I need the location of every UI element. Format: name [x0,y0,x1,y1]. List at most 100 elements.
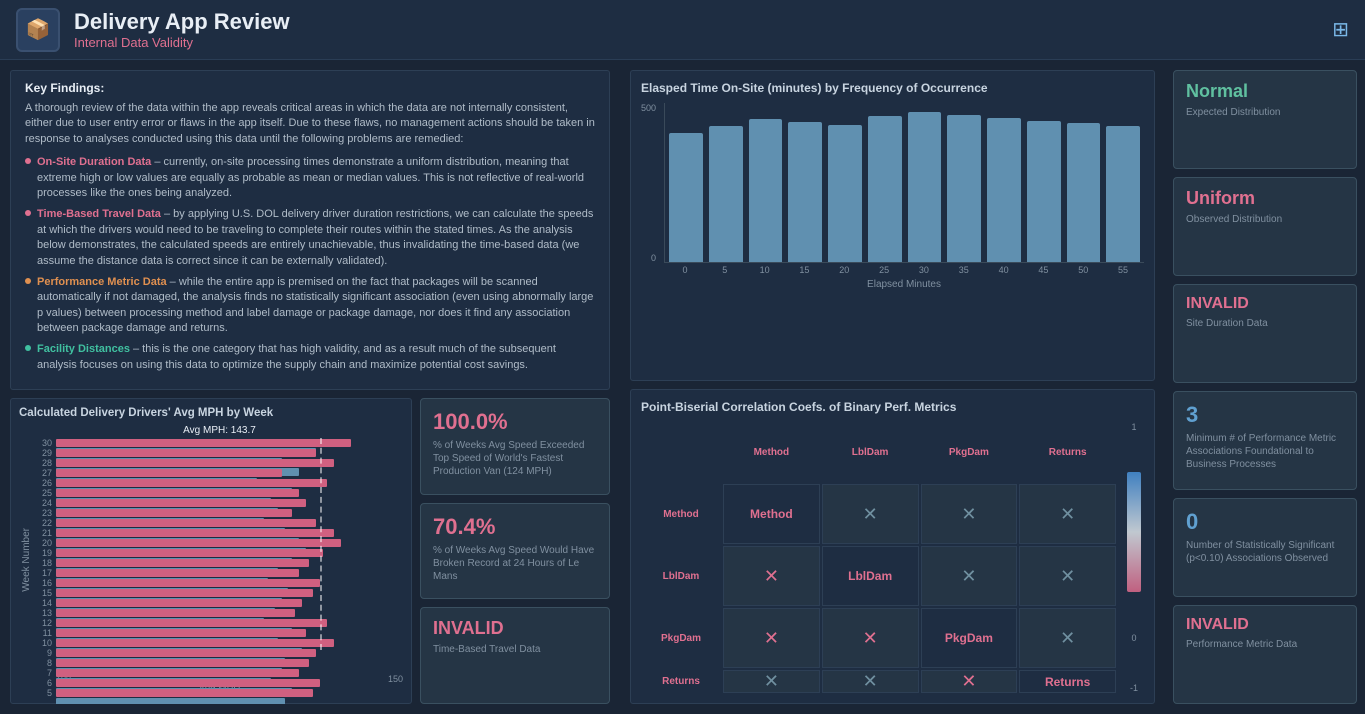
min-assoc-desc: Minimum # of Performance Metric Associat… [1186,432,1344,471]
elapsed-panel: Elasped Time On-Site (minutes) by Freque… [630,70,1155,381]
elapsed-bar-45 [1027,121,1061,262]
header-menu-icon[interactable]: ⊞ [1332,17,1349,42]
finding-onsite: On-Site Duration Data – currently, on-si… [25,155,595,201]
mph-chart-y-label: Week Number [19,425,32,695]
elapsed-bar-group-25 [868,116,902,262]
speed-stat-value: 100.0% [433,409,597,435]
bar-label-9: 9 [36,648,52,658]
bar-pink-9 [56,649,316,657]
corr-cell-0-0: Method [723,484,820,544]
corr-row-header-LblDam: LblDam [641,546,721,606]
bar-pink-26 [56,479,327,487]
correlation-colorbar: 1 0 -1 [1124,422,1144,693]
bar-label-29: 29 [36,448,52,458]
bar-pink-14 [56,599,302,607]
bar-row-10: 10 [36,638,403,648]
bar-pink-22 [56,519,316,527]
bar-track-22 [56,519,403,527]
bar-pink-6 [56,679,320,687]
bar-track-26 [56,479,403,487]
finding-onsite-label: On-Site Duration Data [37,156,151,168]
speed-stat-desc: % of Weeks Avg Speed Exceeded Top Speed … [433,439,597,478]
elapsed-y-axis: 500 0 [641,103,660,263]
corr-cell-2-0: ✕ [723,608,820,668]
elapsed-x-label-50: 50 [1066,265,1100,275]
avg-mph-label: Avg MPH: 143.7 [36,425,403,436]
bar-label-7: 7 [36,668,52,678]
header: 📦 Delivery App Review Internal Data Vali… [0,0,1365,60]
mph-chart-content: Avg MPH: 143.7 3029282726252423222120191… [36,425,403,695]
corr-cell-1-2: ✕ [921,546,1018,606]
bar-row-27: 27 [36,468,403,478]
bar-label-24: 24 [36,498,52,508]
bar-label-11: 11 [36,628,52,638]
bar-label-15: 15 [36,588,52,598]
elapsed-bar-group-30 [908,112,942,262]
invalid-site-desc: Site Duration Data [1186,317,1344,330]
header-titles: Delivery App Review Internal Data Validi… [74,9,290,50]
bar-row-11: 11 [36,628,403,638]
bar-row-9: 9 [36,648,403,658]
bar-row-12: 12 [36,618,403,628]
bar-row-15: 15 [36,588,403,598]
cross-3-1: ✕ [863,671,878,692]
key-findings-title: Key Findings: [25,81,595,95]
elapsed-x-label-30: 30 [907,265,941,275]
bar-track-21 [56,529,403,537]
elapsed-bar-35 [947,115,981,262]
bar-label-19: 19 [36,548,52,558]
bar-row-14: 14 [36,598,403,608]
finding-travel-label: Time-Based Travel Data [37,208,161,220]
bar-track-16 [56,579,403,587]
cross-0-3: ✕ [1060,504,1075,525]
bullet-onsite [25,158,31,164]
bar-label-5: 5 [36,688,52,698]
colorbar-top-label: 1 [1131,422,1136,432]
bar-pink-15 [56,589,313,597]
elapsed-bar-group-15 [788,122,822,262]
corr-cell-1-3: ✕ [1019,546,1116,606]
bullet-travel [25,210,31,216]
bar-label-21: 21 [36,528,52,538]
corr-cell-2-3: ✕ [1019,608,1116,668]
min-assoc-card: 3 Minimum # of Performance Metric Associ… [1173,391,1357,490]
invalid-perf-desc: Performance Metric Data [1186,638,1344,651]
bar-track-29 [56,449,403,457]
elapsed-bars-wrapper: 0510152025303540455055 Elapsed Minutes [664,103,1144,290]
bar-row-20: 20 [36,538,403,548]
key-findings-intro: A thorough review of the data within the… [25,101,595,147]
cross-3-0: ✕ [764,671,779,692]
y-tick-500: 500 [641,103,656,113]
finding-onsite-text: On-Site Duration Data – currently, on-si… [37,155,595,201]
bar-label-12: 12 [36,618,52,628]
corr-col-header-Method: Method [723,422,820,482]
bar-pink-20 [56,539,341,547]
colorbar-gradient [1127,472,1141,592]
elapsed-bar-55 [1106,126,1140,262]
normal-title: Normal [1186,81,1344,102]
corr-cell-1-0: ✕ [723,546,820,606]
elapsed-bar-group-5 [709,126,743,262]
stats-column: 100.0% % of Weeks Avg Speed Exceeded Top… [420,398,610,704]
bar-row-7: 7 [36,668,403,678]
bar-pink-8 [56,659,309,667]
travel-invalid-label: INVALID [433,618,597,639]
bar-row-26: 26 [36,478,403,488]
invalid-perf-title: INVALID [1186,616,1344,634]
lemans-stat-value: 70.4% [433,514,597,540]
bar-track-24 [56,499,403,507]
bar-row-18: 18 [36,558,403,568]
elapsed-x-label-35: 35 [947,265,981,275]
bar-row-21: 21 [36,528,403,538]
bar-pink-29 [56,449,316,457]
bar-track-12 [56,619,403,627]
elapsed-bar-30 [908,112,942,262]
corr-col-header-Returns: Returns [1019,422,1116,482]
bar-label-30: 30 [36,438,52,448]
corr-cell-3-2: ✕ [921,670,1018,693]
corr-cell-3-0: ✕ [723,670,820,693]
bar-track-19 [56,549,403,557]
mph-chart-panel: Calculated Delivery Drivers' Avg MPH by … [10,398,412,704]
bar-track-6 [56,679,403,687]
bar-row-13: 13 [36,608,403,618]
